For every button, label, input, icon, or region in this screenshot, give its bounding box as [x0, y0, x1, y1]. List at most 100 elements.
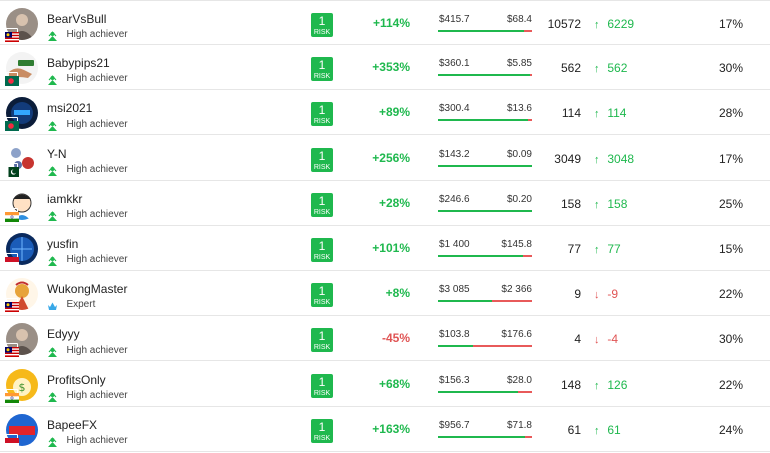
- risk-badge: 1 RISK: [311, 283, 333, 308]
- provider-name[interactable]: BearVsBull: [47, 12, 106, 26]
- equity-value: $300.4: [439, 103, 470, 115]
- table-row[interactable]: WukongMaster Expert 1 RISK +8% $3 085 $2…: [0, 271, 770, 317]
- profit-value: $0.09: [506, 148, 532, 160]
- risk-badge: 1 RISK: [311, 418, 333, 443]
- gain-value: +256%: [372, 150, 410, 165]
- india-flag: [4, 388, 19, 403]
- risk-score: 1: [318, 419, 326, 434]
- profit-value: $28.0: [506, 374, 532, 386]
- gain-value: +68%: [378, 376, 410, 391]
- achievement-badge: High achiever: [47, 251, 128, 267]
- bar-fill: [438, 30, 525, 32]
- gain-value: +114%: [372, 16, 410, 30]
- provider-name[interactable]: yusfin: [47, 237, 78, 251]
- bar-fill: [438, 345, 473, 348]
- change-value: 562: [607, 61, 628, 76]
- risk-score: 1: [318, 58, 326, 73]
- commission-percent: 28%: [718, 106, 743, 121]
- copiers-change: ↑ 61: [594, 423, 621, 437]
- provider-name[interactable]: iamkkr: [47, 192, 82, 206]
- risk-label: RISK: [313, 73, 331, 81]
- profit-value: $71.8: [506, 419, 532, 431]
- provider-name[interactable]: WukongMaster: [47, 282, 127, 296]
- table-row[interactable]: Y-N High achiever 1 RISK +256% $143.2 $0…: [0, 136, 770, 181]
- copiers-count: 9: [574, 287, 581, 302]
- badge-label: High achiever: [66, 29, 128, 41]
- risk-label: RISK: [313, 208, 331, 216]
- copiers-count: 3049: [554, 151, 581, 166]
- change-value: 3048: [607, 151, 635, 166]
- copiers-change: ↑ 114: [594, 106, 626, 120]
- risk-badge: 1 RISK: [311, 57, 333, 82]
- equity-value: $156.3: [439, 374, 470, 386]
- provider-name[interactable]: Babypips21: [47, 56, 110, 70]
- equity-profit-bar: $143.2 $0.09: [438, 149, 532, 169]
- commission-percent: 24%: [718, 422, 743, 437]
- arrow-up-icon: ↑: [594, 198, 600, 211]
- green-star-person-icon: [47, 390, 58, 402]
- change-value: 126: [607, 377, 628, 392]
- commission-percent: 30%: [718, 61, 743, 76]
- arrow-down-icon: ↓: [594, 289, 600, 302]
- copiers-count: 562: [560, 61, 581, 76]
- table-row[interactable]: Babypips21 High achiever 1 RISK +353% $3…: [0, 45, 770, 91]
- provider-name[interactable]: Y-N: [47, 147, 67, 161]
- bar-fill: [438, 255, 523, 257]
- achievement-badge: High achiever: [47, 341, 128, 357]
- equity-value: $3 085: [439, 284, 470, 296]
- change-value: -9: [607, 287, 619, 302]
- change-value: 61: [607, 422, 621, 437]
- profit-value: $176.6: [501, 329, 532, 341]
- table-row[interactable]: Edyyy High achiever 1 RISK -45% $103.8 $…: [0, 316, 770, 362]
- change-value: -4: [607, 332, 619, 347]
- provider-name[interactable]: ProfitsOnly: [47, 373, 106, 387]
- risk-label: RISK: [313, 29, 331, 36]
- achievement-badge: High achiever: [47, 26, 128, 42]
- equity-profit-bar: $3 085 $2 366: [438, 284, 532, 304]
- arrow-up-icon: ↑: [594, 424, 600, 437]
- malaysia-flag: [4, 343, 19, 358]
- provider-name[interactable]: msi2021: [47, 101, 92, 115]
- risk-score: 1: [318, 239, 326, 253]
- provider-name[interactable]: BapeeFX: [47, 418, 97, 432]
- copiers-change: ↑ 126: [594, 378, 627, 392]
- gain-value: +89%: [378, 105, 410, 120]
- equity-profit-bar: $415.7 $68.4: [438, 14, 532, 34]
- risk-score: 1: [318, 148, 326, 163]
- badge-label: High achiever: [66, 118, 128, 130]
- risk-badge: 1 RISK: [311, 328, 333, 353]
- copiers-count: 114: [561, 106, 581, 121]
- green-star-person-icon: [47, 29, 58, 42]
- pakistan-flag: [4, 162, 19, 177]
- risk-label: RISK: [313, 163, 331, 171]
- profit-value: $13.6: [506, 103, 532, 115]
- indonesia-flag: [4, 253, 19, 267]
- table-row[interactable]: msi2021 High achiever 1 RISK +89% $300.4…: [0, 90, 770, 136]
- profit-value: $0.20: [506, 193, 532, 205]
- table-row[interactable]: yusfin High achiever 1 RISK +101% $1 400…: [0, 226, 770, 271]
- commission-percent: 25%: [718, 196, 743, 211]
- copiers-change: ↑ 158: [594, 197, 627, 211]
- provider-name[interactable]: Edyyy: [47, 327, 80, 341]
- malaysia-flag: [4, 298, 19, 313]
- achievement-badge: High achiever: [47, 432, 128, 448]
- table-row[interactable]: BearVsBull High achiever 1 RISK +114% $4…: [0, 0, 770, 45]
- table-row[interactable]: iamkkr High achiever 1 RISK +28% $246.6 …: [0, 181, 770, 226]
- change-value: 77: [607, 242, 621, 256]
- malaysia-flag: [4, 28, 19, 42]
- risk-label: RISK: [313, 434, 331, 442]
- table-row[interactable]: BapeeFX High achiever 1 RISK +163% $956.…: [0, 407, 770, 452]
- copiers-change: ↑ 3048: [594, 152, 634, 166]
- commission-percent: 22%: [718, 377, 743, 392]
- risk-label: RISK: [313, 389, 331, 397]
- bangladesh-flag: [4, 117, 19, 132]
- profit-value: $145.8: [501, 239, 532, 250]
- table-row[interactable]: $ ProfitsOnly High achiever 1 RISK +68% …: [0, 362, 770, 407]
- change-value: 114: [607, 106, 627, 121]
- green-star-person-icon: [47, 435, 58, 448]
- blue-crown-person-icon: [47, 299, 58, 311]
- equity-profit-bar: $360.1 $5.85: [438, 58, 532, 78]
- gain-value: -45%: [381, 331, 410, 346]
- equity-value: $103.8: [439, 329, 470, 341]
- risk-badge: 1 RISK: [311, 13, 333, 37]
